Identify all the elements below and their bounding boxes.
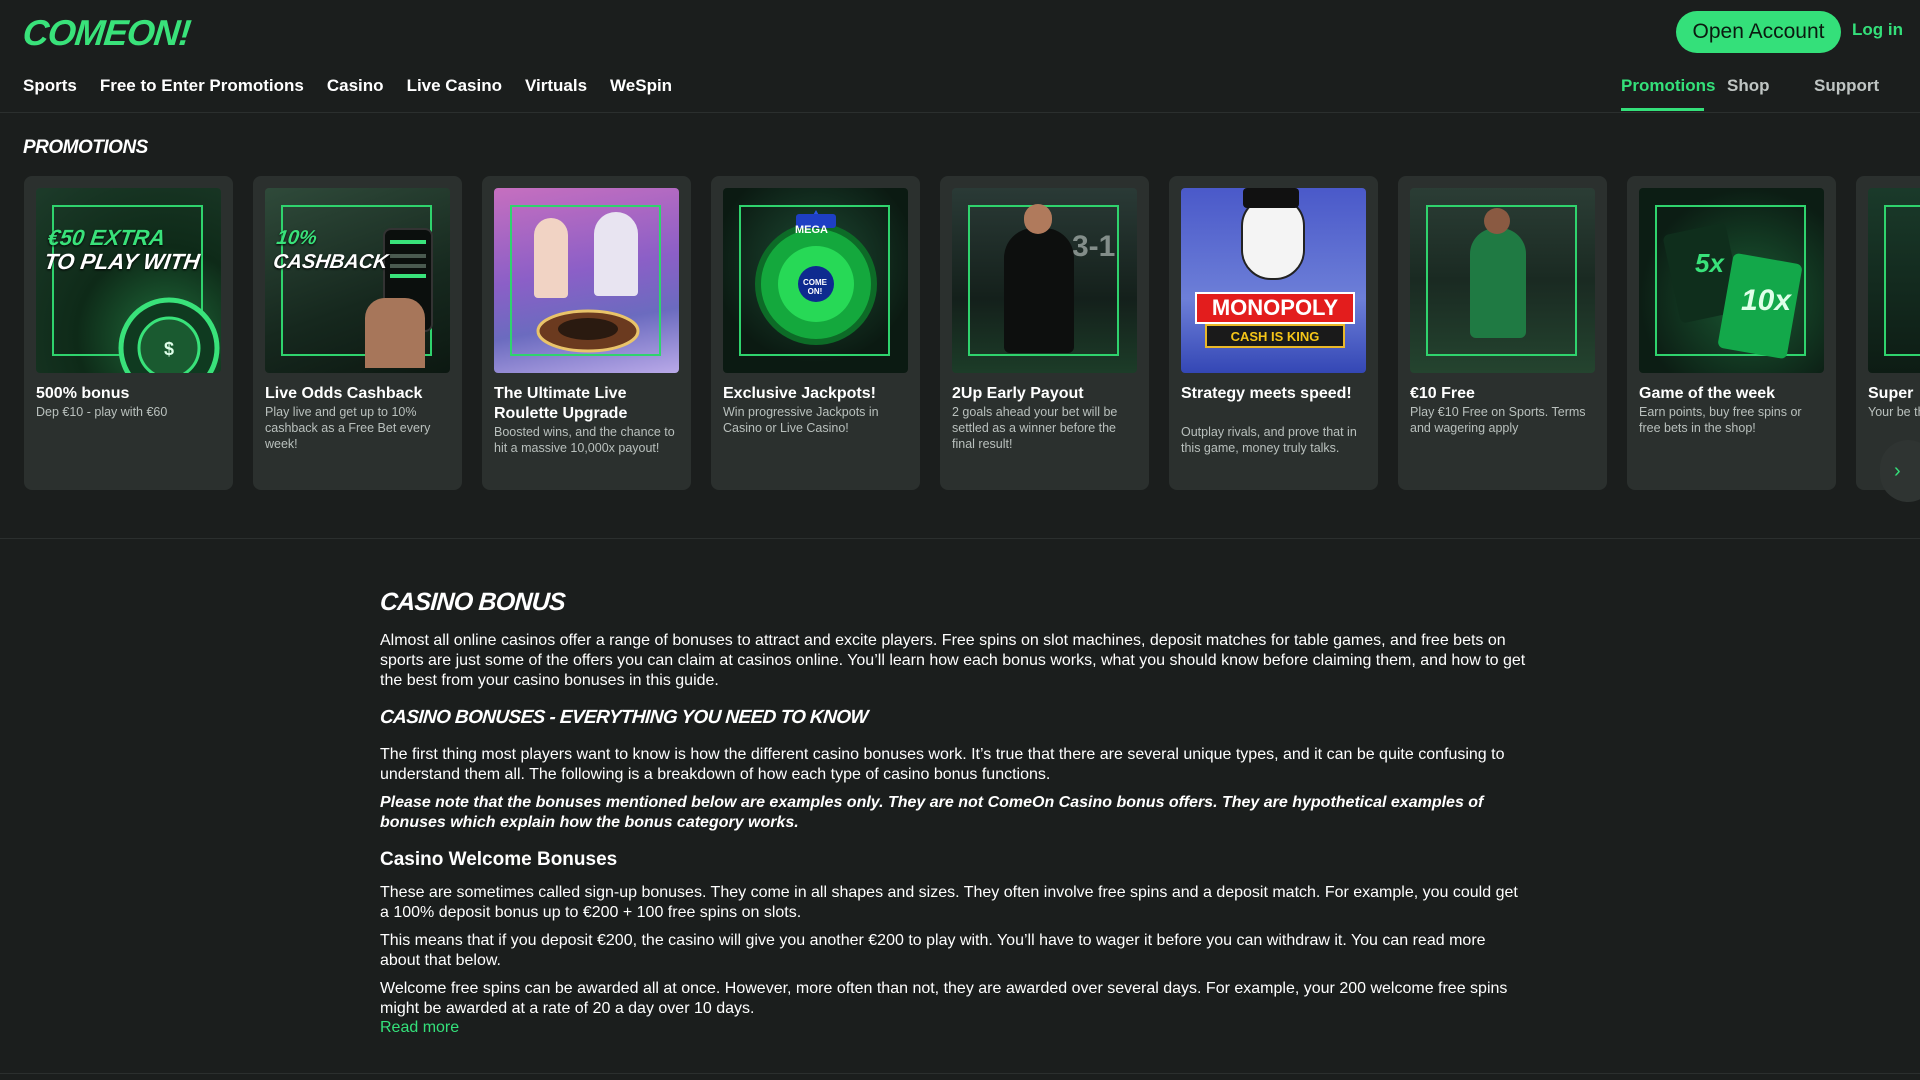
- promo-card[interactable]: MEGA COME ON! Exclusive Jackpots! Win pr…: [711, 176, 920, 490]
- promo-card[interactable]: 3-1 2Up Early Payout 2 goals ahead your …: [940, 176, 1149, 490]
- monopoly-logo: MONOPOLY: [1195, 292, 1355, 324]
- promo-card-description: Dep €10 - play with €60: [36, 405, 168, 419]
- promo-card[interactable]: $ €50 EXTRA TO PLAY WITH 500% bonus Dep €…: [24, 176, 233, 490]
- hand-icon: [365, 298, 425, 368]
- carousel-next-button[interactable]: ›: [1880, 440, 1920, 502]
- player-head-icon: [1484, 208, 1510, 234]
- promo-card[interactable]: 5x 10x Game of the week Earn points, buy…: [1627, 176, 1836, 490]
- promo-card-description: Earn points, buy free spins or free bets…: [1639, 405, 1802, 435]
- wheel-label: MEGA: [795, 224, 828, 236]
- promo-card-description: Boosted wins, and the chance to hit a ma…: [494, 425, 675, 455]
- promo-image-jackpots: MEGA COME ON!: [723, 188, 908, 373]
- promo-image-roulette-upgrade: [494, 188, 679, 373]
- promo-image-text: €50 EXTRA TO PLAY WITH: [42, 225, 202, 274]
- nav-item-promotions[interactable]: Promotions: [1621, 76, 1715, 96]
- secondary-nav: Promotions Shop Support: [0, 76, 1920, 112]
- roulette-wheel-icon: [536, 309, 640, 353]
- multiplier-text: 5x: [1695, 248, 1724, 278]
- svg-text:$: $: [164, 339, 174, 359]
- promo-card-description: Play €10 Free on Sports. Terms and wager…: [1410, 405, 1586, 435]
- promo-card-description: Play live and get up to 10% cashback as …: [265, 405, 431, 451]
- player-head-icon: [1024, 204, 1052, 234]
- promo-image-500-bonus: $ €50 EXTRA TO PLAY WITH: [36, 188, 221, 373]
- article-intro: Almost all online casinos offer a range …: [380, 632, 1526, 689]
- article-paragraph: This means that if you deposit €200, the…: [380, 932, 1486, 969]
- promo-card-title: Super: [1868, 385, 1914, 402]
- promo-card-title: Strategy meets speed!: [1181, 385, 1352, 402]
- article-paragraph: These are sometimes called sign-up bonus…: [380, 884, 1518, 921]
- score-text: 3-1: [1072, 230, 1116, 263]
- image-frame: [1884, 205, 1920, 356]
- promo-image-live-odds-cashback: 10% CASHBACK: [265, 188, 450, 373]
- promo-image-text: 10% CASHBACK: [271, 227, 390, 273]
- promo-card[interactable]: MONOPOLY CASH IS KING Strategy meets spe…: [1169, 176, 1378, 490]
- character-icon: [594, 212, 638, 296]
- promo-card-description: Win progressive Jackpots in Casino or Li…: [723, 405, 879, 435]
- promo-image-10-free: [1410, 188, 1595, 373]
- top-hat-icon: [1243, 188, 1299, 208]
- login-link[interactable]: Log in: [1852, 20, 1903, 40]
- promo-image-game-of-the-week: 5x 10x: [1639, 188, 1824, 373]
- mr-monopoly-icon: [1241, 196, 1305, 280]
- promo-card-description: Outplay rivals, and prove that in this g…: [1181, 425, 1357, 455]
- article-note: Please note that the bonuses mentioned b…: [380, 794, 1484, 831]
- section-divider: [0, 1073, 1920, 1074]
- multiplier-text: 10x: [1741, 284, 1792, 317]
- promo-card-title: €10 Free: [1410, 385, 1475, 402]
- promo-card-title: Game of the week: [1639, 385, 1776, 402]
- promo-card-title: 500% bonus: [36, 385, 130, 402]
- cash-is-king-label: CASH IS KING: [1205, 324, 1345, 348]
- active-nav-indicator: [1621, 108, 1704, 111]
- wheel-center-label: COME ON!: [803, 278, 827, 296]
- casino-bonus-article: CASINO BONUS Almost all online casinos o…: [379, 588, 1530, 1037]
- top-header: COMEON! Open Account Log in Sports Free …: [0, 0, 1920, 113]
- section-heading: Casino Welcome Bonuses: [380, 849, 618, 870]
- player-icon: [1470, 228, 1526, 338]
- article-subtitle: CASINO BONUSES - EVERYTHING YOU NEED TO …: [379, 707, 869, 728]
- read-more-link[interactable]: Read more: [380, 1019, 459, 1037]
- article-paragraph: The first thing most players want to kno…: [380, 746, 1505, 783]
- promo-card[interactable]: 10% CASHBACK Live Odds Cashback Play live…: [253, 176, 462, 490]
- promotions-heading: PROMOTIONS: [23, 137, 148, 158]
- promo-image-2up-payout: 3-1: [952, 188, 1137, 373]
- bonus-wheel-icon: $: [118, 297, 220, 373]
- promo-image-super: [1868, 188, 1920, 373]
- article-title: CASINO BONUS: [379, 588, 566, 616]
- promo-card[interactable]: The Ultimate Live Roulette Upgrade Boost…: [482, 176, 691, 490]
- promo-card-title: 2Up Early Payout: [952, 385, 1084, 402]
- promotions-carousel: $ €50 EXTRA TO PLAY WITH 500% bonus Dep €…: [24, 176, 1920, 490]
- chevron-right-icon: ›: [1894, 459, 1901, 482]
- nav-item-shop[interactable]: Shop: [1727, 76, 1770, 96]
- article-paragraph: Welcome free spins can be awarded all at…: [380, 980, 1508, 1017]
- player-icon: [1004, 228, 1074, 353]
- promo-card-title: Live Odds Cashback: [265, 385, 423, 402]
- promo-card-title: The Ultimate Live Roulette Upgrade: [494, 385, 628, 422]
- promo-image-monopoly: MONOPOLY CASH IS KING: [1181, 188, 1366, 373]
- promo-card-description: Your be the nex: [1868, 405, 1920, 419]
- promo-card-title: Exclusive Jackpots!: [723, 385, 876, 402]
- promo-card-description: 2 goals ahead your bet will be settled a…: [952, 405, 1118, 451]
- section-divider: [0, 538, 1920, 539]
- comeon-logo[interactable]: COMEON!: [21, 12, 192, 54]
- nav-item-support[interactable]: Support: [1814, 76, 1879, 96]
- character-icon: [534, 218, 568, 298]
- promo-card[interactable]: €10 Free Play €10 Free on Sports. Terms …: [1398, 176, 1607, 490]
- open-account-button[interactable]: Open Account: [1676, 11, 1841, 53]
